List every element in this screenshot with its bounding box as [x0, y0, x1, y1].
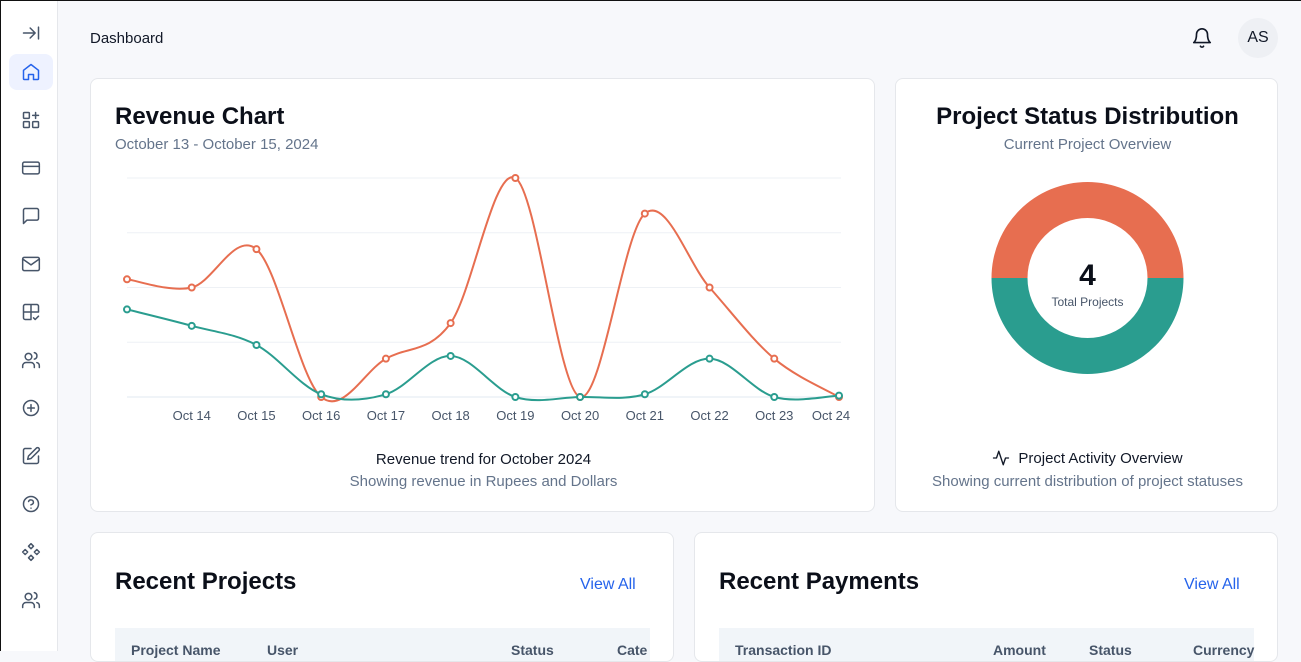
data-point[interactable] — [187, 283, 196, 292]
column-header[interactable]: Transaction ID — [735, 642, 831, 658]
plus-circle-icon[interactable] — [9, 390, 53, 426]
recent-projects-view-all-link[interactable]: View All — [580, 576, 636, 594]
data-point[interactable] — [446, 319, 455, 328]
home-icon[interactable] — [9, 54, 53, 90]
data-point[interactable] — [835, 391, 843, 400]
x-tick-label: Oct 19 — [496, 408, 534, 423]
data-point[interactable] — [576, 393, 585, 401]
column-header[interactable]: Currency — [1193, 642, 1254, 658]
recent-payments-card: Recent Payments View All Transaction ID … — [694, 532, 1278, 662]
data-point[interactable] — [640, 209, 649, 218]
data-point[interactable] — [317, 390, 326, 399]
notification-bell-icon[interactable] — [1188, 24, 1216, 52]
activity-subtitle: Showing current distribution of project … — [932, 473, 1243, 490]
help-icon[interactable] — [9, 486, 53, 522]
data-point[interactable] — [705, 283, 714, 292]
data-point[interactable] — [187, 321, 196, 330]
credit-card-icon[interactable] — [9, 150, 53, 186]
data-point[interactable] — [640, 390, 649, 399]
column-header[interactable]: Status — [511, 642, 554, 658]
recent-payments-view-all-link[interactable]: View All — [1184, 576, 1240, 594]
data-point[interactable] — [252, 245, 261, 254]
project-status-card: Project Status Distribution Current Proj… — [895, 78, 1278, 512]
board-check-icon[interactable] — [9, 294, 53, 330]
column-header[interactable]: User — [267, 642, 298, 658]
activity-icon — [993, 450, 1010, 466]
recent-payments-title: Recent Payments — [719, 568, 920, 595]
x-tick-label: Oct 16 — [302, 408, 340, 423]
data-point[interactable] — [511, 393, 520, 401]
edit-icon[interactable] — [9, 438, 53, 474]
chart-caption-sub: Showing revenue in Rupees and Dollars — [349, 473, 618, 490]
total-projects-label: Total Projects — [1051, 295, 1124, 309]
data-point[interactable] — [123, 275, 131, 284]
recent-projects-card: Recent Projects View All Project Name Us… — [90, 532, 674, 662]
activity-overview: Project Activity Overview — [896, 449, 1279, 467]
project-status-donut — [991, 182, 1184, 374]
users-icon[interactable] — [9, 342, 53, 378]
data-point[interactable] — [252, 340, 261, 349]
team-icon[interactable] — [9, 582, 53, 618]
data-point[interactable] — [381, 390, 390, 399]
grid-plus-icon[interactable] — [9, 102, 53, 138]
revenue-line-chart: Oct 14 Oct 15 Oct 16 Oct 17 Oct 18 Oct 19 Oct … — [123, 174, 850, 423]
page-title: Dashboard — [90, 30, 164, 47]
x-tick-label: Oct 20 — [561, 408, 599, 423]
recent-projects-title: Recent Projects — [115, 568, 297, 595]
activity-title: Project Activity Overview — [1018, 449, 1183, 467]
series-line-2 — [126, 308, 840, 402]
column-header[interactable]: Project Name — [131, 642, 220, 658]
column-header[interactable]: Status — [1089, 642, 1132, 658]
sidebar — [1, 1, 58, 651]
x-tick-label: Oct 15 — [237, 408, 275, 423]
revenue-chart-card: Revenue Chart October 13 - October 15, 2… — [90, 78, 875, 512]
data-point[interactable] — [446, 351, 455, 360]
x-tick-label: Oct 22 — [690, 408, 728, 423]
payments-table-header: Transaction ID Amount Status Currency — [719, 628, 1254, 661]
data-point[interactable] — [770, 354, 779, 363]
data-point[interactable] — [705, 354, 714, 363]
avatar[interactable]: AS — [1238, 18, 1278, 58]
chart-caption: Revenue trend for October 2024 — [375, 451, 592, 468]
column-header[interactable]: Amount — [993, 642, 1046, 658]
x-tick-label: Oct 17 — [367, 408, 405, 423]
x-tick-label: Oct 23 — [755, 408, 793, 423]
projects-table-header: Project Name User Status Cate — [115, 628, 650, 661]
message-icon[interactable] — [9, 198, 53, 234]
x-tick-label: Oct 14 — [173, 408, 211, 423]
data-point[interactable] — [770, 393, 779, 401]
x-tick-label: Oct 24 — [812, 408, 850, 423]
collapse-icon[interactable] — [9, 15, 53, 51]
mail-icon[interactable] — [9, 246, 53, 282]
x-tick-label: Oct 18 — [431, 408, 469, 423]
total-projects-count: 4 — [1079, 259, 1096, 292]
data-point[interactable] — [511, 174, 520, 182]
data-point[interactable] — [381, 354, 390, 363]
data-point[interactable] — [123, 305, 131, 314]
component-icon[interactable] — [9, 534, 53, 570]
x-tick-label: Oct 21 — [626, 408, 664, 423]
column-header[interactable]: Cate — [617, 642, 647, 658]
